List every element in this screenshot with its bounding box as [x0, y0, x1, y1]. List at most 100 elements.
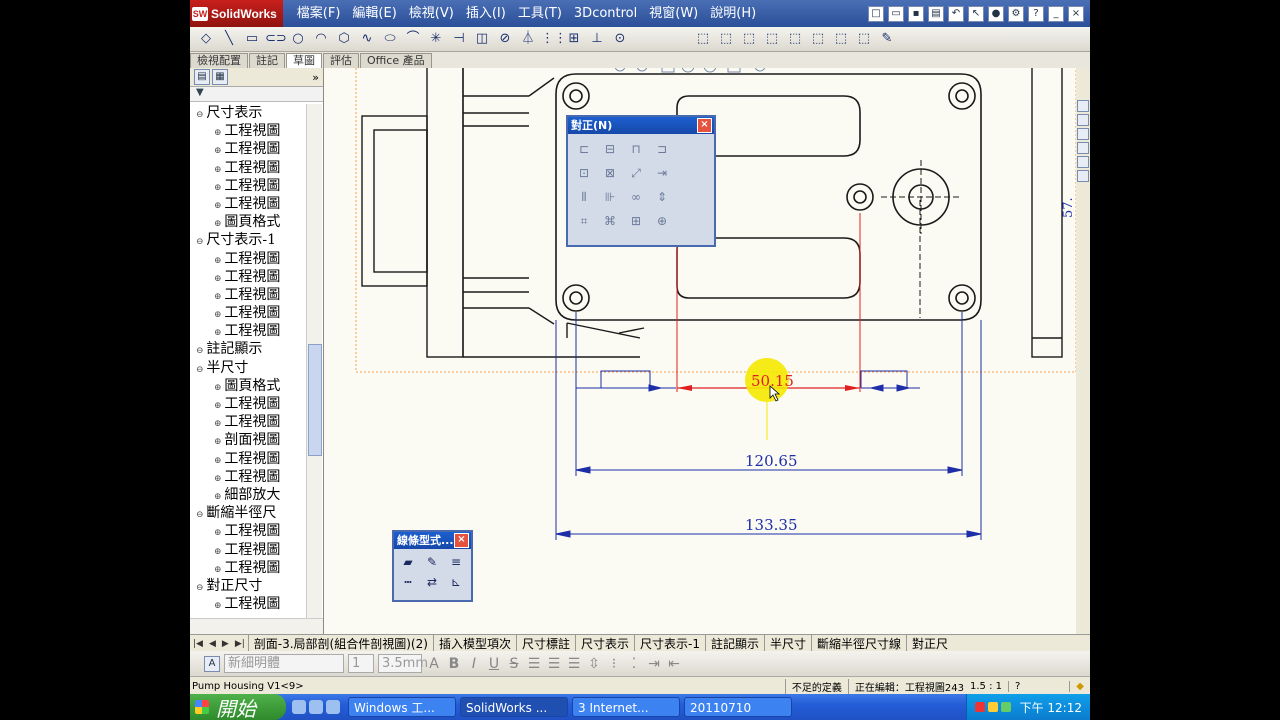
tree-item[interactable]: 工程視圖: [190, 122, 306, 140]
trim-icon[interactable]: ⊣: [449, 30, 469, 48]
pattern-icon[interactable]: ⋮⋮: [541, 30, 567, 48]
align-dialog-title[interactable]: 對正(N) ×: [568, 117, 714, 134]
align-parallel-icon[interactable]: ⊠: [600, 164, 620, 182]
font-select[interactable]: 新細明體: [224, 654, 344, 673]
line-color-icon[interactable]: ✎: [422, 553, 442, 571]
help-icon[interactable]: ?: [1028, 5, 1044, 22]
dimension-50-15[interactable]: 50.15: [676, 213, 861, 440]
tree-item[interactable]: 圖頁格式: [190, 213, 306, 231]
start-button[interactable]: 開始: [190, 694, 286, 720]
quicklaunch-desktop-icon[interactable]: [326, 700, 340, 714]
task-internet[interactable]: 3 Internet...: [572, 697, 680, 717]
next-sheet-icon[interactable]: ▶: [219, 639, 232, 649]
outdent-icon[interactable]: ⇤: [666, 656, 682, 672]
dim-text-120-65[interactable]: 120.65: [745, 452, 798, 470]
view-left-icon[interactable]: ⬚: [762, 30, 782, 48]
expand-panel-icon[interactable]: »: [312, 71, 319, 84]
align-vertical-icon[interactable]: ⫴: [574, 188, 594, 206]
design-library-icon[interactable]: [1077, 114, 1089, 126]
save-icon[interactable]: ▪: [908, 5, 924, 22]
tab-office-products[interactable]: Office 產品: [360, 53, 432, 68]
solidworks-logo[interactable]: SW SolidWorks: [190, 0, 283, 27]
quicklaunch-media-icon[interactable]: [292, 700, 306, 714]
tree-folder[interactable]: 尺寸表示: [190, 104, 306, 122]
task-folder[interactable]: 20110710: [684, 697, 792, 717]
font-icon[interactable]: A: [204, 655, 220, 672]
align-text-right-icon[interactable]: ☰: [566, 656, 582, 672]
menu-window[interactable]: 視窗(W): [643, 0, 704, 27]
menu-insert[interactable]: 插入(I): [460, 0, 512, 27]
layer-icon[interactable]: ▰: [398, 553, 418, 571]
sheet-tab[interactable]: 對正尺: [906, 635, 953, 652]
spline-icon[interactable]: ∿: [357, 30, 377, 48]
tree-item[interactable]: 工程視圖: [190, 322, 306, 340]
pin-icon[interactable]: ✎: [877, 30, 897, 48]
heads-up-toolbar[interactable]: [614, 59, 766, 73]
options-icon[interactable]: ⚙: [1008, 5, 1024, 22]
tree-item[interactable]: 工程視圖: [190, 595, 306, 613]
tree-item[interactable]: 工程視圖: [190, 177, 306, 195]
distribute-icon[interactable]: ⇥: [652, 164, 672, 182]
last-sheet-icon[interactable]: ▶|: [232, 639, 248, 649]
color-display-mode-icon[interactable]: ⊾: [446, 573, 466, 591]
font-height-field[interactable]: 3.5mm: [378, 654, 428, 673]
convert-entities-icon[interactable]: ◫: [472, 30, 492, 48]
tree-item[interactable]: 工程視圖: [190, 559, 306, 577]
view-top-icon[interactable]: ⬚: [808, 30, 828, 48]
tree-item[interactable]: 圖頁格式: [190, 377, 306, 395]
tree-item[interactable]: 工程視圖: [190, 468, 306, 486]
menu-view[interactable]: 檢視(V): [403, 0, 460, 27]
view-trimetric-icon[interactable]: ⬚: [854, 30, 874, 48]
property-tab-icon[interactable]: ▦: [212, 69, 228, 85]
tree-item[interactable]: 工程視圖: [190, 286, 306, 304]
offset-icon[interactable]: ⊘: [495, 30, 515, 48]
tree-folder[interactable]: 尺寸表示-1: [190, 231, 306, 249]
tree-item[interactable]: 工程視圖: [190, 541, 306, 559]
sheet-tab[interactable]: 插入模型項次: [432, 635, 516, 652]
tab-view-layout[interactable]: 檢視配置: [190, 53, 248, 68]
close-window-icon[interactable]: ×: [1068, 5, 1084, 22]
numbering-icon[interactable]: ⁝: [606, 656, 622, 672]
dim-text-50-15[interactable]: 50.15: [751, 372, 794, 390]
tree-folder[interactable]: 半尺寸: [190, 359, 306, 377]
status-help-icon[interactable]: ?: [1007, 680, 1026, 692]
align-bl-icon[interactable]: ⊞: [626, 212, 646, 230]
sheet-tab[interactable]: 尺寸表示-1: [633, 635, 705, 652]
sheet-tab[interactable]: 半尺寸: [763, 635, 811, 652]
bullets-icon[interactable]: ⁚: [626, 656, 642, 672]
strikethrough-icon[interactable]: S: [506, 656, 522, 672]
view-front-icon[interactable]: ⬚: [716, 30, 736, 48]
dimension-133-35[interactable]: [555, 320, 982, 540]
undo-icon[interactable]: ↶: [948, 5, 964, 22]
fillet-icon[interactable]: ⌒: [403, 30, 423, 48]
print-icon[interactable]: ▤: [928, 5, 944, 22]
line-style-icon[interactable]: ┅: [398, 573, 418, 591]
tree-vertical-scrollbar[interactable]: [306, 104, 322, 618]
relations-icon[interactable]: ⊥: [587, 30, 607, 48]
tree-item[interactable]: 工程視圖: [190, 159, 306, 177]
filter-bar[interactable]: ▼: [190, 87, 323, 102]
tree-item[interactable]: 工程視圖: [190, 195, 306, 213]
tree-item[interactable]: 工程視圖: [190, 268, 306, 286]
tab-evaluate[interactable]: 評估: [323, 53, 359, 68]
ungroup-icon[interactable]: ⇕: [652, 188, 672, 206]
tree-horizontal-scrollbar[interactable]: [190, 618, 323, 635]
view-iso-icon[interactable]: ⬚: [831, 30, 851, 48]
tree-item[interactable]: 工程視圖: [190, 450, 306, 468]
align-collinear-icon[interactable]: ⊡: [574, 164, 594, 182]
move-entities-icon[interactable]: ⊞: [564, 30, 584, 48]
slot-icon[interactable]: ⊂⊃: [265, 30, 287, 48]
arc-icon[interactable]: ◠: [311, 30, 331, 48]
tree-folder[interactable]: 註記顯示: [190, 340, 306, 358]
group-icon[interactable]: ∞: [626, 188, 646, 206]
sheet-tab[interactable]: 剖面-3.局部剖(組合件剖視圖)(2): [247, 635, 433, 652]
align-tr-icon[interactable]: ⌘: [600, 212, 620, 230]
file-explorer-icon[interactable]: [1077, 128, 1089, 140]
task-windows-explorer[interactable]: Windows 工...: [348, 697, 456, 717]
ellipse-icon[interactable]: ⬭: [380, 30, 400, 48]
rectangle-icon[interactable]: ▭: [242, 30, 262, 48]
align-top-icon[interactable]: ⊓: [626, 140, 646, 158]
tray-antivirus-icon[interactable]: [974, 702, 985, 712]
tree-item[interactable]: 工程視圖: [190, 413, 306, 431]
align-text-left-icon[interactable]: ☰: [526, 656, 542, 672]
